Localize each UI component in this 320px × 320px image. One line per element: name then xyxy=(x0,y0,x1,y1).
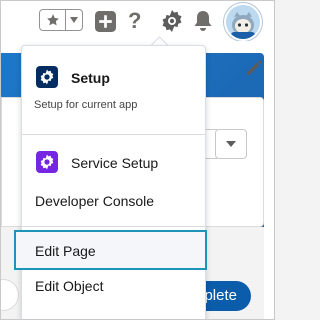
menu-item-label: Edit Object xyxy=(35,278,104,294)
chevron-down-icon xyxy=(226,141,236,147)
setup-gear-badge xyxy=(36,66,58,88)
menu-item-label: Service Setup xyxy=(71,155,159,171)
help-icon: ? xyxy=(128,8,142,33)
menu-item-edit-object[interactable]: Edit Object xyxy=(22,268,205,302)
astro-avatar-icon xyxy=(226,5,260,39)
menu-item-developer-console[interactable]: Developer Console xyxy=(22,184,205,218)
menu-item-setup[interactable]: Setup Setup for current app xyxy=(22,46,205,134)
menu-divider xyxy=(22,134,205,135)
pencil-icon[interactable] xyxy=(245,59,263,77)
favorites-button-group[interactable] xyxy=(39,9,83,31)
favorites-list-button[interactable] xyxy=(66,10,82,30)
menu-divider xyxy=(22,226,205,227)
user-avatar[interactable] xyxy=(224,3,262,41)
menu-setup-title: Setup xyxy=(71,70,110,86)
star-icon xyxy=(46,14,59,26)
background-dropdown[interactable] xyxy=(215,129,247,159)
global-header: ? xyxy=(1,1,274,41)
menu-item-label: Developer Console xyxy=(35,193,155,209)
menu-item-edit-page[interactable]: Edit Page xyxy=(14,230,207,270)
gear-icon xyxy=(162,10,182,32)
chevron-down-icon xyxy=(70,17,78,23)
bell-icon xyxy=(194,11,212,31)
plus-icon xyxy=(95,10,116,32)
menu-item-label: Edit Page xyxy=(35,243,96,259)
window-frame: ? mplete Setup Setup for current app Ser… xyxy=(0,0,275,320)
favorites-star-button[interactable] xyxy=(40,10,66,30)
service-setup-gear-badge xyxy=(36,151,58,173)
menu-item-service-setup[interactable]: Service Setup xyxy=(22,146,205,180)
help-button[interactable]: ? xyxy=(128,9,141,33)
gear-icon xyxy=(40,154,54,170)
setup-dropdown-menu: Setup Setup for current app Service Setu… xyxy=(21,45,206,319)
notifications-button[interactable] xyxy=(193,9,213,33)
gear-icon xyxy=(40,69,54,85)
global-actions-button[interactable] xyxy=(95,9,116,33)
setup-gear-button[interactable] xyxy=(160,9,184,33)
menu-setup-subtitle: Setup for current app xyxy=(34,99,138,111)
